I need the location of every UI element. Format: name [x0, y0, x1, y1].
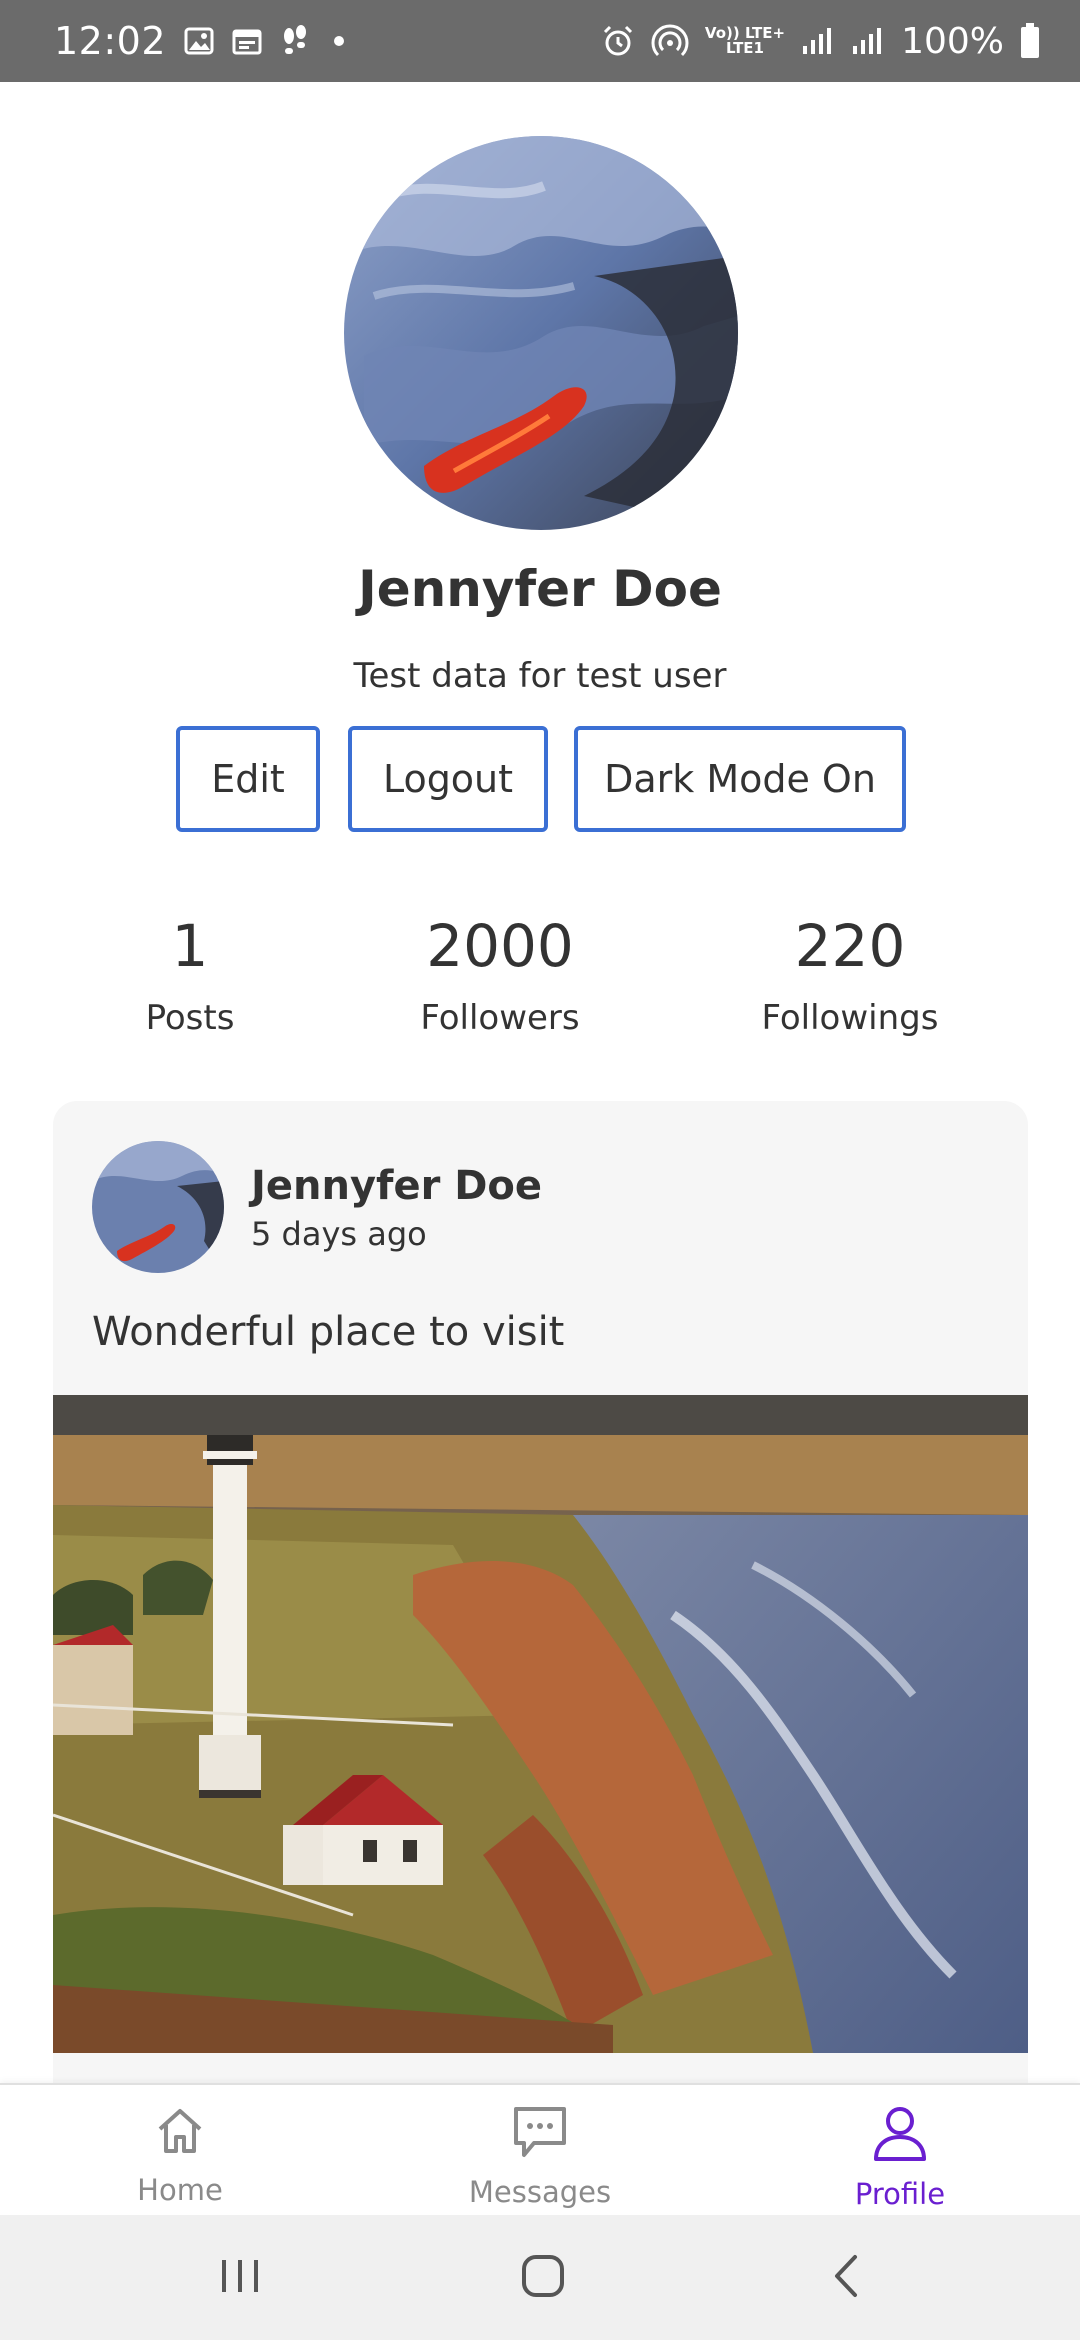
post-author-avatar[interactable] — [92, 1141, 224, 1273]
home-icon — [152, 2103, 208, 2163]
steps-icon — [280, 24, 310, 58]
followings-label: Followings — [761, 998, 939, 1038]
system-navigation-bar — [0, 2215, 1080, 2340]
back-arrow-icon — [831, 2253, 861, 2303]
dark-mode-button[interactable]: Dark Mode On — [574, 726, 906, 832]
posts-count: 1 — [171, 912, 209, 980]
status-time: 12:02 — [54, 19, 167, 63]
nav-messages[interactable]: Messages — [420, 2085, 660, 2217]
home-circle-icon — [520, 2253, 566, 2303]
nav-home-label: Home — [137, 2173, 223, 2207]
post-timestamp: 5 days ago — [251, 1215, 427, 1253]
posts-stat[interactable]: 1 Posts — [120, 912, 260, 1038]
post-image[interactable] — [53, 1395, 1028, 2053]
followings-stat[interactable]: 220 Followings — [730, 912, 970, 1038]
post-text: Wonderful place to visit — [92, 1309, 565, 1355]
battery-icon — [1020, 23, 1040, 59]
posts-label: Posts — [145, 998, 235, 1038]
post-author-name[interactable]: Jennyfer Doe — [251, 1163, 542, 1209]
profile-name: Jennyfer Doe — [358, 560, 722, 618]
followers-count: 2000 — [426, 912, 574, 980]
battery-percent: 100% — [901, 20, 1004, 62]
recent-apps-icon — [218, 2256, 262, 2300]
nav-home[interactable]: Home — [60, 2085, 300, 2217]
profile-bio: Test data for test user — [353, 656, 727, 696]
hotspot-icon — [651, 24, 689, 58]
post-card[interactable]: Jennyfer Doe 5 days ago Wonderful place … — [53, 1101, 1028, 2131]
system-home-button[interactable] — [463, 2215, 623, 2340]
followers-label: Followers — [420, 998, 580, 1038]
message-icon — [510, 2103, 570, 2165]
back-button[interactable] — [766, 2215, 926, 2340]
followers-stat[interactable]: 2000 Followers — [380, 912, 620, 1038]
calendar-icon — [232, 26, 262, 56]
nav-profile[interactable]: Profile — [780, 2085, 1020, 2217]
alarm-icon — [601, 24, 635, 58]
network-bottom-text: LTE1 — [726, 39, 764, 57]
person-icon — [870, 2103, 930, 2167]
bottom-navigation: Home Messages Profile — [0, 2083, 1080, 2215]
logout-button[interactable]: Logout — [348, 726, 548, 832]
nav-profile-label: Profile — [854, 2177, 946, 2211]
gallery-icon — [184, 26, 214, 56]
signal-icon — [801, 26, 835, 56]
recent-apps-button[interactable] — [160, 2215, 320, 2340]
network-type-label: Vo)) LTE+ LTE1 — [705, 26, 785, 56]
followings-count: 220 — [794, 912, 906, 980]
signal-icon — [851, 26, 885, 56]
status-bar: 12:02 Vo)) LTE+ LTE1 100% — [0, 0, 1080, 82]
profile-avatar[interactable] — [344, 136, 738, 530]
nav-messages-label: Messages — [468, 2175, 612, 2209]
notification-dot-icon — [334, 36, 345, 46]
edit-button[interactable]: Edit — [176, 726, 320, 832]
